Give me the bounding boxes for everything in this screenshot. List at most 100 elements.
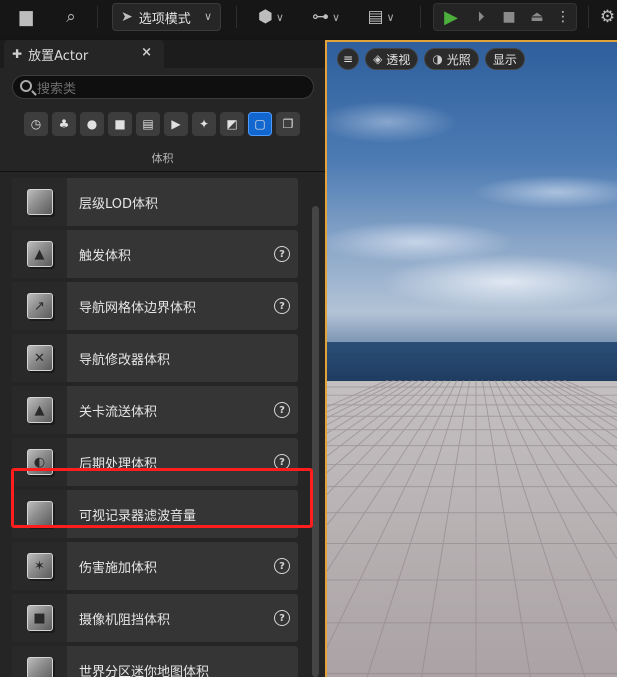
- volume-cube-icon: ↗: [26, 293, 53, 319]
- list-item[interactable]: ✶ 伤害施加体积?: [12, 542, 298, 590]
- item-thumbnail: ▲: [12, 386, 67, 434]
- help-icon[interactable]: ?: [274, 402, 290, 418]
- volume-cube-icon: ✶: [26, 553, 53, 579]
- help-icon[interactable]: ?: [274, 610, 290, 626]
- item-label: 触发体积: [79, 249, 132, 264]
- item-thumbnail: ✶: [12, 542, 67, 590]
- item-label: 导航修改器体积: [79, 353, 171, 368]
- search-placeholder: 搜索类: [37, 81, 77, 97]
- volume-icon[interactable]: ▢: [248, 112, 272, 136]
- volume-cube-icon: [26, 657, 53, 677]
- section-label: 体积: [151, 152, 174, 165]
- help-icon[interactable]: ?: [274, 298, 290, 314]
- advance-frame-button[interactable]: ⏵: [470, 6, 492, 28]
- help-icon[interactable]: ?: [274, 558, 290, 574]
- item-label: 层级LOD体积: [79, 197, 159, 212]
- panel-title: 放置Actor: [28, 48, 89, 64]
- sparkle-icon[interactable]: ✦: [192, 112, 216, 136]
- item-label: 可视记录器滤波音量: [79, 509, 197, 524]
- item-thumbnail: ◐: [12, 438, 67, 486]
- list-item[interactable]: ◐ 后期处理体积?: [12, 438, 298, 486]
- list-item[interactable]: ▲ 关卡流送体积?: [12, 386, 298, 434]
- horizon: [327, 342, 617, 382]
- folder-search-icon: ⌕: [66, 6, 76, 27]
- blueprint-button[interactable]: ⊶ ∨: [305, 3, 347, 31]
- clapperboard-icon: ▤: [367, 6, 384, 27]
- blueprint-icon: ⊶: [311, 6, 329, 27]
- lighting-button[interactable]: ◑ 光照: [424, 48, 479, 70]
- volume-cube-icon: [26, 189, 53, 215]
- toolbar-divider: [588, 6, 589, 28]
- list-item[interactable]: 世界分区迷你地图体积: [12, 646, 298, 677]
- help-icon[interactable]: ?: [274, 246, 290, 262]
- list-item[interactable]: ■ 摄像机阻挡体积?: [12, 594, 298, 642]
- eject-button[interactable]: ⏏: [526, 6, 548, 28]
- main-toolbar: ▆ ⌕ ➤ 选项模式 ∨ ⬢ ∨ ⊶ ∨ ▤ ∨ ▶ ⏵ ■ ⏏ ⋮ ⚙: [0, 0, 617, 36]
- perspective-label: 透视: [386, 52, 411, 67]
- show-label: 显示: [492, 52, 517, 67]
- eject-icon: ⏏: [530, 9, 544, 25]
- item-thumbnail: ▲: [12, 230, 67, 278]
- lights-icon[interactable]: ♣: [52, 112, 76, 136]
- volume-cube-icon: ✕: [26, 345, 53, 371]
- item-thumbnail: [12, 646, 67, 677]
- perspective-button[interactable]: ◈ 透视: [365, 48, 419, 70]
- item-thumbnail: ↗: [12, 282, 67, 330]
- sphere-icon: ◑: [432, 52, 443, 66]
- save-button[interactable]: ▆: [12, 3, 40, 31]
- item-label: 后期处理体积: [79, 457, 158, 472]
- item-thumbnail: [12, 178, 67, 226]
- cinematics-button[interactable]: ▤ ∨: [360, 3, 402, 31]
- list-item[interactable]: 可视记录器滤波音量: [12, 490, 298, 538]
- shapes-icon[interactable]: ◩: [220, 112, 244, 136]
- list-item[interactable]: ▲ 触发体积?: [12, 230, 298, 278]
- volume-cube-icon: ■: [26, 605, 53, 631]
- add-actor-button[interactable]: ⬢ ∨: [250, 3, 292, 31]
- media-play-icon[interactable]: ▶: [164, 112, 188, 136]
- search-input[interactable]: 搜索类: [12, 75, 314, 99]
- search-icon: [20, 80, 32, 92]
- list-item[interactable]: 层级LOD体积: [12, 178, 298, 226]
- help-icon[interactable]: ?: [274, 454, 290, 470]
- settings-button[interactable]: ⚙: [598, 3, 617, 31]
- layers-icon[interactable]: ❐: [276, 112, 300, 136]
- stop-button[interactable]: ■: [498, 6, 520, 28]
- toolbar-divider: [236, 6, 237, 28]
- list-item[interactable]: ✕ 导航修改器体积: [12, 334, 298, 382]
- list-item[interactable]: ↗ 导航网格体边界体积?: [12, 282, 298, 330]
- play-button[interactable]: ▶: [438, 6, 464, 28]
- item-thumbnail: [12, 490, 67, 538]
- play-icon: ▶: [444, 6, 458, 28]
- cube-icon[interactable]: ■: [108, 112, 132, 136]
- scrollbar[interactable]: [312, 206, 319, 677]
- clock-icon[interactable]: ◷: [24, 112, 48, 136]
- actor-list: 层级LOD体积 ▲ 触发体积? ↗ 导航网格体边界体积? ✕ 导航修改器体积 ▲ 关卡流送体积?…: [12, 178, 298, 677]
- show-button[interactable]: 显示: [484, 48, 525, 70]
- toolbar-divider: [420, 6, 421, 28]
- category-toolbar: ◷ ♣ ● ■ ▤ ▶ ✦ ◩ ▢ ❐: [24, 112, 304, 136]
- item-thumbnail: ■: [12, 594, 67, 642]
- settings-icon: ⚙: [599, 6, 616, 27]
- close-icon[interactable]: ×: [141, 45, 152, 60]
- item-label: 关卡流送体积: [79, 405, 158, 420]
- item-label: 摄像机阻挡体积: [79, 613, 171, 628]
- panel-body: 搜索类 ◷ ♣ ● ■ ▤ ▶ ✦ ◩ ▢ ❐ 体积 层级LOD体积 ▲ 触发体积? ↗ 导航网格体边界体…: [0, 68, 325, 677]
- mode-select-dropdown[interactable]: ➤ 选项模式 ∨: [112, 3, 221, 31]
- play-controls: ▶ ⏵ ■ ⏏ ⋮: [433, 3, 577, 31]
- checker-floor: [327, 380, 617, 677]
- chevron-down-icon: ∨: [386, 10, 395, 24]
- clapper-icon[interactable]: ▤: [136, 112, 160, 136]
- level-viewport[interactable]: ≡ ◈ 透视 ◑ 光照 显示: [325, 40, 617, 677]
- item-thumbnail: ✕: [12, 334, 67, 382]
- add-cube-icon: ⬢: [258, 6, 273, 27]
- panel-tab[interactable]: ✚ 放置Actor ×: [4, 40, 164, 68]
- hamburger-icon: ≡: [343, 52, 354, 66]
- place-actor-panel: ✚ 放置Actor × 搜索类 ◷ ♣ ● ■ ▤ ▶ ✦ ◩ ▢ ❐ 体积 层级LOD体积 ▲ 触发…: [0, 40, 325, 677]
- viewport-menu-button[interactable]: ≡: [337, 48, 360, 70]
- play-options-button[interactable]: ⋮: [554, 6, 572, 28]
- viewport-toolbar: ≡ ◈ 透视 ◑ 光照 显示: [337, 48, 525, 72]
- browse-button[interactable]: ⌕: [56, 3, 86, 31]
- lightbulb-icon[interactable]: ●: [80, 112, 104, 136]
- more-vertical-icon: ⋮: [556, 9, 570, 25]
- section-divider: [0, 171, 325, 172]
